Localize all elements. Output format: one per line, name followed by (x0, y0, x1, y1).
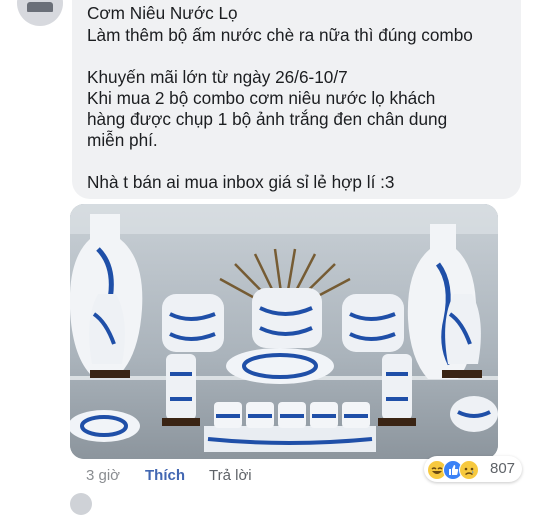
comment-line: Cơm Niêu Nước Lọ (87, 3, 238, 23)
comment-line: hàng được chụp 1 bộ ảnh trắng đen chân d… (87, 109, 448, 129)
like-button[interactable]: Thích (145, 466, 185, 486)
commenter-avatar[interactable] (17, 0, 63, 26)
reactions-summary[interactable]: 807 (424, 456, 522, 482)
sad-icon (459, 460, 479, 480)
comment-line: Làm thêm bộ ấm nước chè ra nữa thì đúng … (87, 25, 473, 45)
comment-line: Khuyến mãi lớn từ ngày 26/6-10/7 (87, 67, 348, 87)
avatar-image (27, 2, 53, 12)
next-comment-avatar[interactable] (70, 493, 92, 515)
attached-photo[interactable] (70, 204, 498, 459)
comment-line: Khi mua 2 bộ combo cơm niêu nước lọ khác… (87, 88, 436, 108)
comment-line: Nhà t bán ai mua inbox giá sỉ lẻ hợp lí … (87, 172, 395, 192)
comment-line: miễn phí. (87, 130, 158, 150)
reaction-count: 807 (490, 460, 516, 477)
comment-timestamp[interactable]: 3 giờ (86, 466, 120, 486)
porcelain-set-image (70, 204, 498, 459)
reply-button[interactable]: Trả lời (209, 466, 252, 486)
